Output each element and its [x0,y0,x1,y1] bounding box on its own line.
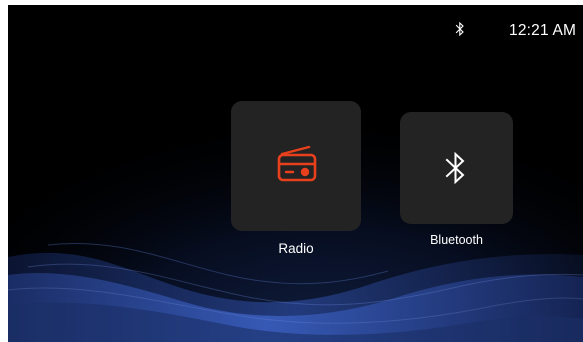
clock: 12:21 AM [509,22,577,39]
home-screen: 12:21 AM Radio Bluetooth [8,5,583,342]
bluetooth-status-icon [455,21,464,37]
bluetooth-app-button[interactable] [400,112,513,224]
bluetooth-icon [445,151,465,185]
radio-app-button[interactable] [231,101,361,231]
bluetooth-app-label: Bluetooth [430,233,483,247]
status-bar: 12:21 AM [8,5,583,51]
radio-app-label: Radio [278,241,314,256]
radio-icon [277,145,317,182]
